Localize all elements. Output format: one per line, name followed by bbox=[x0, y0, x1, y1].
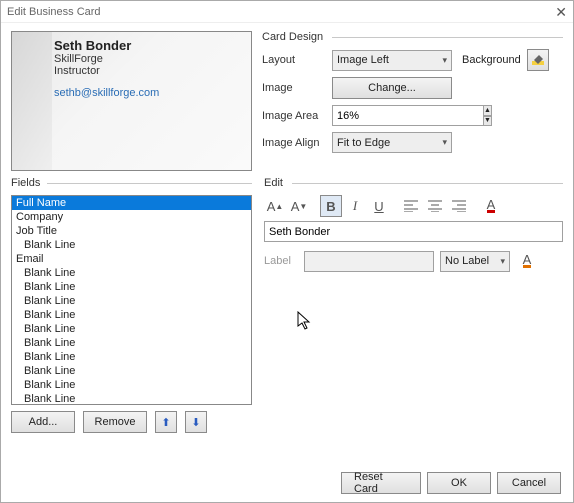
add-field-button[interactable]: Add... bbox=[11, 411, 75, 433]
align-left-icon bbox=[404, 200, 418, 212]
window-title: Edit Business Card bbox=[7, 1, 101, 23]
align-left-button[interactable] bbox=[400, 195, 422, 217]
list-item[interactable]: Blank Line bbox=[12, 238, 251, 252]
preview-image-area bbox=[12, 32, 52, 170]
image-area-input[interactable] bbox=[332, 105, 483, 126]
image-align-combo[interactable]: Fit to Edge ▾ bbox=[332, 132, 452, 153]
move-up-button[interactable]: ⬆ bbox=[155, 411, 177, 433]
list-item[interactable]: Blank Line bbox=[12, 392, 251, 405]
remove-field-button[interactable]: Remove bbox=[83, 411, 147, 433]
layout-label: Layout bbox=[262, 54, 332, 66]
ok-button[interactable]: OK bbox=[427, 472, 491, 494]
label-font-color-button[interactable]: A bbox=[516, 250, 538, 272]
list-item[interactable]: Job Title bbox=[12, 224, 251, 238]
dialog-footer: Reset Card OK Cancel bbox=[341, 472, 561, 494]
layout-combo-value: Image Left bbox=[337, 54, 389, 66]
list-item[interactable]: Email bbox=[12, 252, 251, 266]
label-position-value: No Label bbox=[445, 255, 489, 267]
spinner-up-icon[interactable]: ▲ bbox=[483, 105, 492, 116]
edit-group: Edit A▲ A▼ B I U A Label bbox=[264, 177, 563, 272]
image-align-value: Fit to Edge bbox=[337, 137, 390, 149]
chevron-down-icon: ▾ bbox=[500, 256, 505, 267]
change-image-button[interactable]: Change... bbox=[332, 77, 452, 99]
list-item[interactable]: Blank Line bbox=[12, 322, 251, 336]
list-item[interactable]: Company bbox=[12, 210, 251, 224]
preview-company: SkillForge bbox=[54, 53, 245, 65]
list-item[interactable]: Blank Line bbox=[12, 350, 251, 364]
group-title-edit: Edit bbox=[264, 177, 563, 189]
titlebar: Edit Business Card ✕ bbox=[1, 1, 573, 23]
list-item[interactable]: Blank Line bbox=[12, 280, 251, 294]
italic-button[interactable]: I bbox=[344, 195, 366, 217]
preview-name: Seth Bonder bbox=[54, 38, 245, 53]
preview-title: Instructor bbox=[54, 65, 245, 77]
card-design-group: Card Design Layout Image Left ▾ Backgrou… bbox=[262, 31, 563, 153]
format-toolbar: A▲ A▼ B I U A bbox=[264, 195, 563, 217]
paint-bucket-icon bbox=[531, 53, 545, 67]
increase-font-button[interactable]: A▲ bbox=[264, 195, 286, 217]
card-preview: Seth Bonder SkillForge Instructor sethb@… bbox=[11, 31, 252, 171]
chevron-down-icon: ▾ bbox=[442, 55, 447, 66]
layout-combo[interactable]: Image Left ▾ bbox=[332, 50, 452, 71]
move-down-button[interactable]: ⬇ bbox=[185, 411, 207, 433]
decrease-font-button[interactable]: A▼ bbox=[288, 195, 310, 217]
label-label: Label bbox=[264, 255, 304, 267]
cancel-button[interactable]: Cancel bbox=[497, 472, 561, 494]
list-item[interactable]: Blank Line bbox=[12, 336, 251, 350]
label-input bbox=[304, 251, 434, 272]
list-item[interactable]: Blank Line bbox=[12, 308, 251, 322]
image-label: Image bbox=[262, 82, 332, 94]
image-align-label: Image Align bbox=[262, 137, 332, 149]
list-item[interactable]: Blank Line bbox=[12, 378, 251, 392]
close-icon[interactable]: ✕ bbox=[555, 1, 567, 23]
arrow-down-icon: ⬇ bbox=[191, 416, 200, 429]
list-item[interactable]: Blank Line bbox=[12, 294, 251, 308]
align-right-icon bbox=[452, 200, 466, 212]
align-center-icon bbox=[428, 200, 442, 212]
list-item[interactable]: Full Name bbox=[12, 196, 251, 210]
font-color-button[interactable]: A bbox=[480, 195, 502, 217]
background-color-button[interactable] bbox=[527, 49, 549, 71]
align-center-button[interactable] bbox=[424, 195, 446, 217]
list-item[interactable]: Blank Line bbox=[12, 364, 251, 378]
list-item[interactable]: Blank Line bbox=[12, 266, 251, 280]
underline-button[interactable]: U bbox=[368, 195, 390, 217]
group-title-card-design: Card Design bbox=[262, 31, 563, 43]
bold-button[interactable]: B bbox=[320, 195, 342, 217]
spinner-down-icon[interactable]: ▼ bbox=[483, 116, 492, 127]
align-right-button[interactable] bbox=[448, 195, 470, 217]
arrow-up-icon: ⬆ bbox=[161, 416, 170, 429]
reset-card-button[interactable]: Reset Card bbox=[341, 472, 421, 494]
chevron-down-icon: ▾ bbox=[442, 137, 447, 148]
background-label: Background bbox=[462, 54, 521, 66]
image-area-spinner[interactable]: ▲ ▼ bbox=[332, 105, 446, 126]
fields-group: Fields Full NameCompanyJob TitleBlank Li… bbox=[11, 177, 252, 433]
group-title-fields: Fields bbox=[11, 177, 252, 189]
edit-value-input[interactable] bbox=[264, 221, 563, 242]
fields-list[interactable]: Full NameCompanyJob TitleBlank LineEmail… bbox=[11, 195, 252, 405]
label-position-combo[interactable]: No Label ▾ bbox=[440, 251, 510, 272]
image-area-label: Image Area bbox=[262, 110, 332, 122]
preview-email: sethb@skillforge.com bbox=[54, 87, 245, 99]
